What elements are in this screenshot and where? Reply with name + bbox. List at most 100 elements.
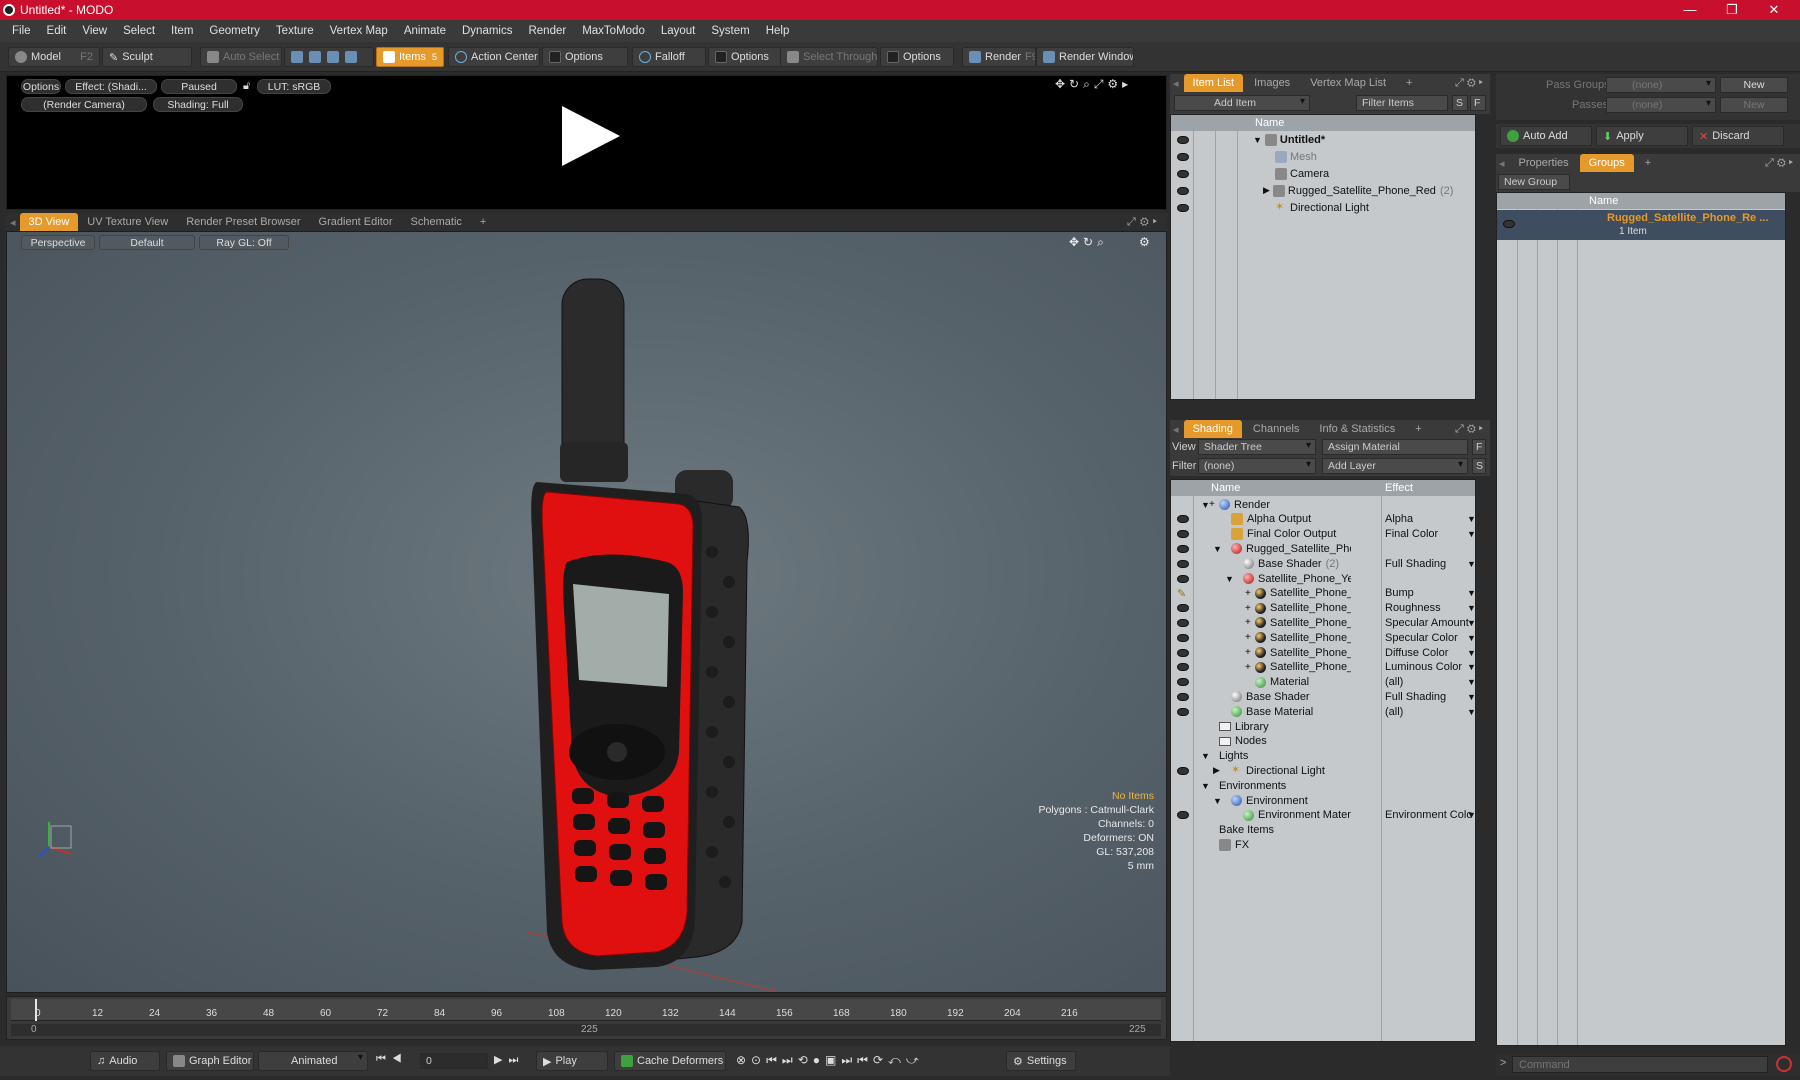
shader-effect-column-header[interactable]: Effect xyxy=(1385,482,1413,494)
effect-dropdown[interactable]: Alpha xyxy=(1385,513,1473,525)
animated-dropdown[interactable]: Animated xyxy=(258,1051,368,1071)
panel-grip-icon[interactable]: ◂ xyxy=(1170,77,1182,90)
effect-dropdown[interactable]: Diffuse Color xyxy=(1385,647,1473,659)
menu-system[interactable]: System xyxy=(703,25,757,37)
tab-groups[interactable]: Groups xyxy=(1579,154,1634,172)
effect-dropdown[interactable]: Specular Color xyxy=(1385,632,1473,644)
effect-dropdown[interactable]: Full Shading xyxy=(1385,691,1473,703)
item-list-tree[interactable]: Name ▼ Untitled* Mesh Camera ▶ Rugged_Sate… xyxy=(1170,114,1476,400)
add-tab-button[interactable]: + xyxy=(1406,420,1430,438)
timeline-ruler[interactable]: 0 12 24 36 48 60 72 84 96 108 120 132 14… xyxy=(11,999,1161,1021)
assign-material-button[interactable]: Assign Material xyxy=(1322,439,1468,455)
menu-edit[interactable]: Edit xyxy=(39,25,75,37)
chevron-down-icon[interactable]: ▼ xyxy=(1467,648,1475,658)
collapse-arrow-icon[interactable]: ▶ xyxy=(1263,185,1270,196)
expand-arrow-icon[interactable]: ▼ xyxy=(1225,574,1235,584)
3d-viewport[interactable]: Perspective Default Ray GL: Off ✥↻⌕ ⚙ No… xyxy=(6,231,1167,993)
menu-vertex-map[interactable]: Vertex Map xyxy=(322,25,396,37)
timeline[interactable]: 0 12 24 36 48 60 72 84 96 108 120 132 14… xyxy=(6,996,1167,1040)
paused-toggle[interactable]: Paused xyxy=(161,79,237,94)
add-layer-dropdown[interactable]: Add Layer xyxy=(1322,458,1468,474)
expand-arrow-icon[interactable]: ▼ xyxy=(1201,781,1211,791)
menu-maxtomodo[interactable]: MaxToModo xyxy=(574,25,653,37)
menu-dynamics[interactable]: Dynamics xyxy=(454,25,520,37)
add-tab-button[interactable]: + xyxy=(471,213,495,231)
tab-schematic[interactable]: Schematic xyxy=(402,213,471,231)
shader-tree-row[interactable]: FX xyxy=(1171,836,1475,853)
item-row-mesh[interactable]: Mesh xyxy=(1171,148,1475,165)
action-center-options-button[interactable]: Options xyxy=(542,47,628,67)
graph-editor-button[interactable]: Graph Editor xyxy=(166,1051,254,1071)
select-options-button[interactable]: Options xyxy=(880,47,954,67)
panel-controls-icons[interactable]: ⤢⚙▸ xyxy=(1765,157,1800,170)
expand-arrow-icon[interactable]: ▼ xyxy=(1201,751,1211,761)
eye-icon[interactable] xyxy=(1177,169,1189,178)
chevron-down-icon[interactable]: ▼ xyxy=(1467,633,1475,643)
step-back-icons[interactable]: ⏮◀ xyxy=(376,1053,408,1066)
add-tab-button[interactable]: + xyxy=(1636,154,1660,172)
action-center-button[interactable]: Action Center xyxy=(448,47,540,67)
effect-dropdown[interactable]: Environment Color xyxy=(1385,809,1473,821)
chevron-down-icon[interactable]: ▼ xyxy=(1467,707,1475,717)
effect-dropdown[interactable]: Bump xyxy=(1385,587,1473,599)
chevron-down-icon[interactable]: ▼ xyxy=(1467,677,1475,687)
discard-button[interactable]: ✕ Discard xyxy=(1692,126,1784,146)
eye-icon[interactable] xyxy=(1177,186,1189,195)
tab-images[interactable]: Images xyxy=(1245,74,1299,92)
chevron-down-icon[interactable]: ▼ xyxy=(1467,588,1475,598)
filter-items-field[interactable]: Filter Items xyxy=(1356,95,1448,111)
auto-select-button[interactable]: Auto Select xyxy=(200,47,282,67)
chevron-down-icon[interactable]: ▼ xyxy=(1467,514,1475,524)
expand-arrow-icon[interactable]: ▼ xyxy=(1213,544,1223,554)
panel-controls-icons[interactable]: ⤢⚙▸ xyxy=(1127,216,1167,229)
show-f-button[interactable]: F xyxy=(1470,95,1486,111)
groups-list[interactable]: Name Rugged_Satellite_Phone_Re ... 1 Ite… xyxy=(1496,192,1786,1046)
new-group-button[interactable]: New Group xyxy=(1498,174,1570,190)
plus-icon[interactable]: + xyxy=(1245,647,1251,658)
tab-channels[interactable]: Channels xyxy=(1244,420,1308,438)
effect-dropdown[interactable]: Luminous Color xyxy=(1385,661,1473,673)
shading-dropdown[interactable]: Shading: Full xyxy=(153,97,243,112)
eye-icon[interactable] xyxy=(1177,515,1189,524)
add-tab-button[interactable]: + xyxy=(1397,74,1421,92)
effect-dropdown[interactable]: Effect: (Shadi... xyxy=(65,79,157,94)
effect-dropdown[interactable]: (all) xyxy=(1385,676,1473,688)
tab-properties[interactable]: Properties xyxy=(1510,154,1578,172)
tab-uv-texture-view[interactable]: UV Texture View xyxy=(78,213,177,231)
group-row[interactable]: Rugged_Satellite_Phone_Re ... 1 Item xyxy=(1497,210,1785,240)
tab-render-preset-browser[interactable]: Render Preset Browser xyxy=(177,213,309,231)
eye-icon[interactable] xyxy=(1177,692,1189,701)
effect-dropdown[interactable]: Specular Amount xyxy=(1385,617,1473,629)
close-button[interactable]: ✕ xyxy=(1752,0,1796,20)
eye-icon[interactable] xyxy=(1177,766,1189,775)
eye-icon[interactable] xyxy=(1503,220,1515,228)
panel-controls-icons[interactable]: ⤢⚙▸ xyxy=(1455,423,1490,436)
eye-icon[interactable] xyxy=(1177,618,1189,627)
polygons-mode-icon[interactable] xyxy=(327,51,339,63)
render-window-button[interactable]: Render Window xyxy=(1036,47,1134,67)
chevron-down-icon[interactable]: ▼ xyxy=(1467,559,1475,569)
effect-dropdown[interactable]: Full Shading xyxy=(1385,558,1473,570)
add-item-dropdown[interactable]: Add Item xyxy=(1174,95,1310,111)
eye-icon[interactable] xyxy=(1177,678,1189,687)
timeline-range-bar[interactable]: 0 225 225 xyxy=(11,1024,1161,1036)
pass-groups-dropdown[interactable]: (none) xyxy=(1606,77,1716,93)
auto-add-button[interactable]: Auto Add xyxy=(1500,126,1592,146)
key-tools-icons[interactable]: ⊗⊙⏮⏭⟲●▣⏭⏮⟳⤺⤻ xyxy=(736,1053,924,1068)
sculpt-button[interactable]: ✎ Sculpt xyxy=(102,47,192,67)
materials-mode-icon[interactable] xyxy=(345,51,357,63)
f-button[interactable]: F xyxy=(1472,439,1486,455)
menu-item[interactable]: Item xyxy=(163,25,201,37)
effect-dropdown[interactable]: (all) xyxy=(1385,706,1473,718)
chevron-down-icon[interactable]: ▼ xyxy=(1467,618,1475,628)
tab-vertex-map-list[interactable]: Vertex Map List xyxy=(1301,74,1395,92)
chevron-down-icon[interactable]: ▼ xyxy=(1467,662,1475,672)
new-pass-button[interactable]: New xyxy=(1720,97,1788,113)
eye-icon[interactable] xyxy=(1177,559,1189,568)
plus-icon[interactable]: + xyxy=(1245,662,1251,673)
apply-button[interactable]: ⬇ Apply xyxy=(1596,126,1688,146)
preview-nav-icons[interactable]: ✥↻⌕⤢⚙▸ xyxy=(1055,77,1132,92)
item-row-directional-light[interactable]: ✶ Directional Light xyxy=(1171,199,1475,216)
menu-help[interactable]: Help xyxy=(758,25,798,37)
tab-shading[interactable]: Shading xyxy=(1183,420,1242,438)
